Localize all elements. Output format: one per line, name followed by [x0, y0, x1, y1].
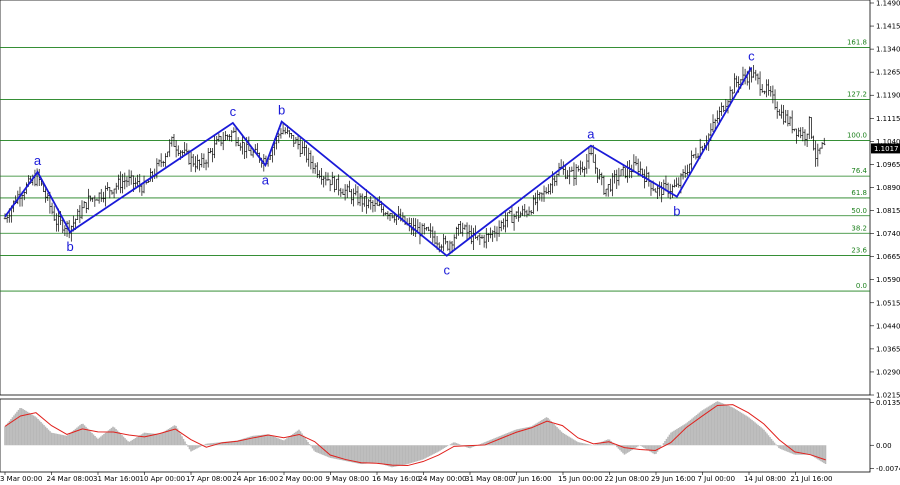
price-tick-label-16: 1.0290: [876, 368, 900, 376]
price-tick-label-1: 1.1415: [876, 23, 900, 31]
time-label-14: 29 Jun 16:00: [651, 475, 695, 483]
fib-label-1: 127.2: [847, 91, 867, 99]
time-label-1: 24 Mar 08:00: [47, 475, 94, 483]
time-label-13: 22 Jun 08:00: [605, 475, 649, 483]
osc-tick-label-2: -0.00743: [876, 465, 900, 473]
osc-tick-label-1: 0.00: [876, 442, 892, 450]
price-chart: 161.8 127.2 100.0 76.4 61.8 50.0 38.2 23.6 0.0 a…: [0, 0, 900, 483]
price-tick-label-2: 1.1340: [876, 46, 900, 54]
fib-label-0: 161.8: [847, 39, 867, 47]
time-label-0: 3 Mar 00:00: [0, 475, 42, 483]
wave-label-4: a: [262, 172, 270, 187]
fib-label-4: 61.8: [851, 189, 867, 197]
price-tick-label-11: 1.0665: [876, 253, 900, 261]
wave-label-2: b: [66, 239, 73, 254]
time-label-17: 21 Jul 16:00: [791, 475, 833, 483]
time-label-2: 31 Mar 16:00: [93, 475, 140, 483]
wave-label-9: c: [748, 49, 755, 64]
price-tick-label-8: 1.0890: [876, 184, 900, 192]
time-label-12: 15 Jun 00:00: [558, 475, 602, 483]
price-tick-label-5: 1.1115: [876, 115, 900, 123]
price-tick-label-3: 1.1265: [876, 69, 900, 77]
price-tick-label-0: 1.1490: [876, 0, 900, 8]
wave-label-1: a: [34, 153, 42, 168]
fib-label-7: 23.6: [851, 246, 867, 254]
fib-label-3: 76.4: [851, 167, 867, 175]
price-tick-label-14: 1.0440: [876, 322, 900, 330]
wave-label-6: c: [444, 263, 451, 278]
time-label-5: 24 Apr 16:00: [233, 475, 279, 483]
price-tick-label-10: 1.0740: [876, 230, 900, 238]
chart-stage: 161.8 127.2 100.0 76.4 61.8 50.0 38.2 23.6 0.0 a…: [0, 0, 900, 485]
time-label-16: 14 Jul 08:00: [744, 475, 786, 483]
current-price-label: 1.1017: [874, 145, 899, 153]
fib-label-6: 38.2: [851, 224, 867, 232]
time-label-11: 7 Jun 16:00: [512, 475, 552, 483]
fib-label-8: 0.0: [856, 282, 867, 290]
time-label-3: 10 Apr 00:00: [140, 475, 186, 483]
time-label-15: 7 Jul 00:00: [698, 475, 736, 483]
time-label-9: 24 May 00:00: [419, 475, 467, 483]
price-tick-label-15: 1.0365: [876, 345, 900, 353]
price-tick-label-7: 1.0965: [876, 161, 900, 169]
price-tick-label-12: 1.0590: [876, 276, 900, 284]
osc-tick-label-0: 0.01354: [876, 399, 900, 407]
time-label-4: 17 Apr 08:00: [186, 475, 232, 483]
time-label-8: 16 May 16:00: [372, 475, 420, 483]
fib-label-5: 50.0: [851, 207, 867, 215]
wave-label-8: b: [673, 204, 680, 219]
fib-label-2: 100.0: [847, 131, 867, 139]
price-tick-label-9: 1.0815: [876, 207, 900, 215]
wave-label-3: c: [230, 104, 237, 119]
price-panel-frame: [0, 0, 871, 396]
wave-label-7: a: [587, 127, 595, 142]
time-label-10: 31 May 08:00: [465, 475, 513, 483]
price-tick-label-13: 1.0515: [876, 299, 900, 307]
time-label-6: 2 May 00:00: [279, 475, 323, 483]
price-tick-label-4: 1.1190: [876, 92, 900, 100]
wave-label-5: b: [278, 103, 285, 118]
time-label-7: 9 May 08:00: [326, 475, 370, 483]
